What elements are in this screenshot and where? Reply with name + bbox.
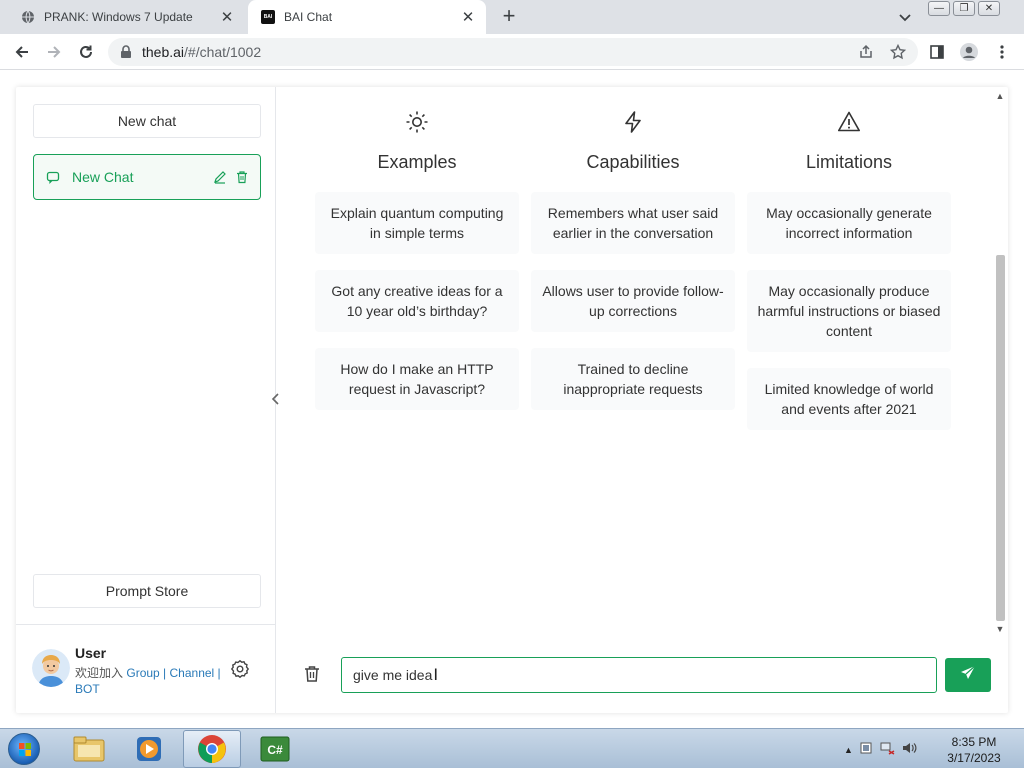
file-explorer-taskbar-button[interactable] — [60, 730, 118, 768]
close-tab-icon[interactable]: ✕ — [217, 7, 237, 27]
example-card[interactable]: Explain quantum computing in simple term… — [315, 192, 519, 254]
example-card[interactable]: Got any creative ideas for a 10 year old… — [315, 270, 519, 332]
column-title: Limitations — [805, 152, 893, 172]
new-tab-plus-icon[interactable]: + — [497, 5, 521, 29]
channel-link[interactable]: Channel — [170, 666, 215, 680]
profile-avatar-icon[interactable] — [959, 42, 979, 62]
capability-card: Trained to decline inappropriate request… — [531, 348, 735, 410]
minimize-button[interactable]: — — [928, 1, 950, 16]
delete-chat-icon[interactable] — [234, 169, 250, 185]
bot-link[interactable]: BOT — [75, 682, 100, 696]
lightning-icon — [621, 110, 645, 134]
show-hidden-icons-icon[interactable]: ▲ — [844, 745, 853, 755]
group-link[interactable]: Group — [126, 666, 159, 680]
message-input[interactable]: give me idea I — [341, 657, 937, 693]
media-player-icon — [137, 737, 161, 761]
clock-time: 8:35 PM — [951, 735, 997, 749]
media-player-taskbar-button[interactable] — [120, 730, 178, 768]
window-controls: — ❐ ✕ — [928, 1, 1000, 16]
tab-title: PRANK: Windows 7 Update — [44, 10, 193, 24]
message-icon — [46, 170, 60, 184]
column-title: Examples — [377, 152, 457, 172]
lock-icon[interactable] — [120, 45, 134, 59]
capability-card: Allows user to provide follow-up correct… — [531, 270, 735, 332]
tab-bai-chat[interactable]: BAI BAI Chat ✕ — [248, 0, 486, 34]
welcome-text: 欢迎加入 — [75, 666, 124, 680]
bookmark-star-icon[interactable] — [889, 43, 907, 60]
send-button[interactable] — [945, 658, 991, 692]
system-clock[interactable]: 8:35 PM 3/17/2023 — [936, 734, 1012, 766]
avatar — [32, 649, 70, 687]
browser-tab-strip: PRANK: Windows 7 Update ✕ BAI BAI Chat ✕… — [0, 0, 1024, 34]
bai-logo-icon: BAI — [260, 9, 276, 25]
limitation-card: May occasionally generate incorrect info… — [747, 192, 951, 254]
column-title: Capabilities — [586, 152, 680, 172]
back-arrow-icon[interactable] — [10, 40, 34, 64]
capability-card: Remembers what user said earlier in the … — [531, 192, 735, 254]
user-name: User — [75, 645, 107, 661]
limitation-card: May occasionally produce harmful instruc… — [747, 270, 951, 352]
sun-icon — [405, 110, 429, 134]
csharp-app-taskbar-button[interactable]: C# — [246, 730, 304, 768]
scrollbar-thumb[interactable] — [996, 255, 1005, 621]
web-page: New chat New Chat Prompt Store User 欢迎加入… — [0, 71, 1024, 728]
send-paper-plane-icon — [960, 665, 976, 686]
system-tray: ▲ — [844, 741, 917, 758]
scroll-down-arrow-icon[interactable]: ▼ — [995, 624, 1005, 634]
windows-taskbar: C# ▲ 8:35 PM 3/17/2023 — [0, 728, 1024, 768]
volume-icon[interactable] — [901, 741, 917, 758]
close-tab-icon[interactable]: ✕ — [458, 7, 478, 27]
url-text: theb.ai/#/chat/1002 — [142, 44, 261, 60]
network-icon[interactable] — [879, 741, 895, 758]
tab-prank-windows-update[interactable]: PRANK: Windows 7 Update ✕ — [8, 0, 245, 34]
gear-icon[interactable] — [230, 659, 250, 679]
clock-date: 3/17/2023 — [947, 751, 1001, 765]
share-icon[interactable] — [858, 44, 874, 60]
address-bar[interactable]: theb.ai/#/chat/1002 — [108, 38, 918, 66]
chat-list-item[interactable]: New Chat — [33, 154, 261, 200]
start-button[interactable] — [4, 731, 44, 767]
prompt-store-button[interactable]: Prompt Store — [33, 574, 261, 608]
edit-pencil-icon[interactable] — [212, 169, 228, 185]
link-separator: | — [214, 666, 221, 680]
new-chat-button[interactable]: New chat — [33, 104, 261, 138]
chrome-taskbar-button[interactable] — [183, 730, 241, 768]
windows-logo-icon — [8, 733, 40, 765]
chat-item-label: New Chat — [72, 169, 134, 185]
message-input-text: give me idea — [353, 667, 433, 683]
link-separator: | — [159, 666, 170, 680]
example-card[interactable]: How do I make an HTTP request in Javascr… — [315, 348, 519, 410]
forward-arrow-icon[interactable] — [42, 40, 66, 64]
url-path: /#/chat/1002 — [184, 44, 262, 60]
svg-text:C#: C# — [267, 743, 283, 757]
browser-toolbar: theb.ai/#/chat/1002 — [0, 34, 1024, 70]
tab-title: BAI Chat — [284, 10, 333, 24]
close-window-button[interactable]: ✕ — [978, 1, 1000, 16]
scrollbar[interactable]: ▲ ▼ — [991, 87, 1008, 637]
restore-button[interactable]: ❐ — [953, 1, 975, 16]
user-description: 欢迎加入 Group | Channel | BOT — [75, 665, 225, 697]
reload-icon[interactable] — [74, 40, 98, 64]
csharp-app-icon: C# — [260, 736, 290, 762]
side-panel-icon[interactable] — [927, 42, 947, 62]
folder-icon — [73, 736, 105, 762]
chat-app: New chat New Chat Prompt Store User 欢迎加入… — [16, 87, 1008, 713]
scroll-up-arrow-icon[interactable]: ▲ — [995, 91, 1005, 101]
action-center-flag-icon[interactable] — [859, 741, 873, 758]
tab-search-chevron-icon[interactable] — [895, 7, 915, 27]
warning-icon — [837, 110, 861, 134]
globe-icon — [20, 9, 36, 25]
kebab-menu-icon[interactable] — [992, 42, 1012, 62]
limitation-card: Limited knowledge of world and events af… — [747, 368, 951, 430]
text-cursor-icon: I — [433, 665, 439, 684]
url-host: theb.ai — [142, 44, 185, 60]
chrome-icon — [198, 735, 226, 763]
user-panel: User 欢迎加入 Group | Channel | BOT — [16, 624, 275, 713]
sidebar: New chat New Chat Prompt Store User 欢迎加入… — [16, 87, 276, 713]
chat-main: Examples Explain quantum computing in si… — [276, 87, 1008, 713]
clear-chat-trash-icon[interactable] — [302, 664, 322, 684]
